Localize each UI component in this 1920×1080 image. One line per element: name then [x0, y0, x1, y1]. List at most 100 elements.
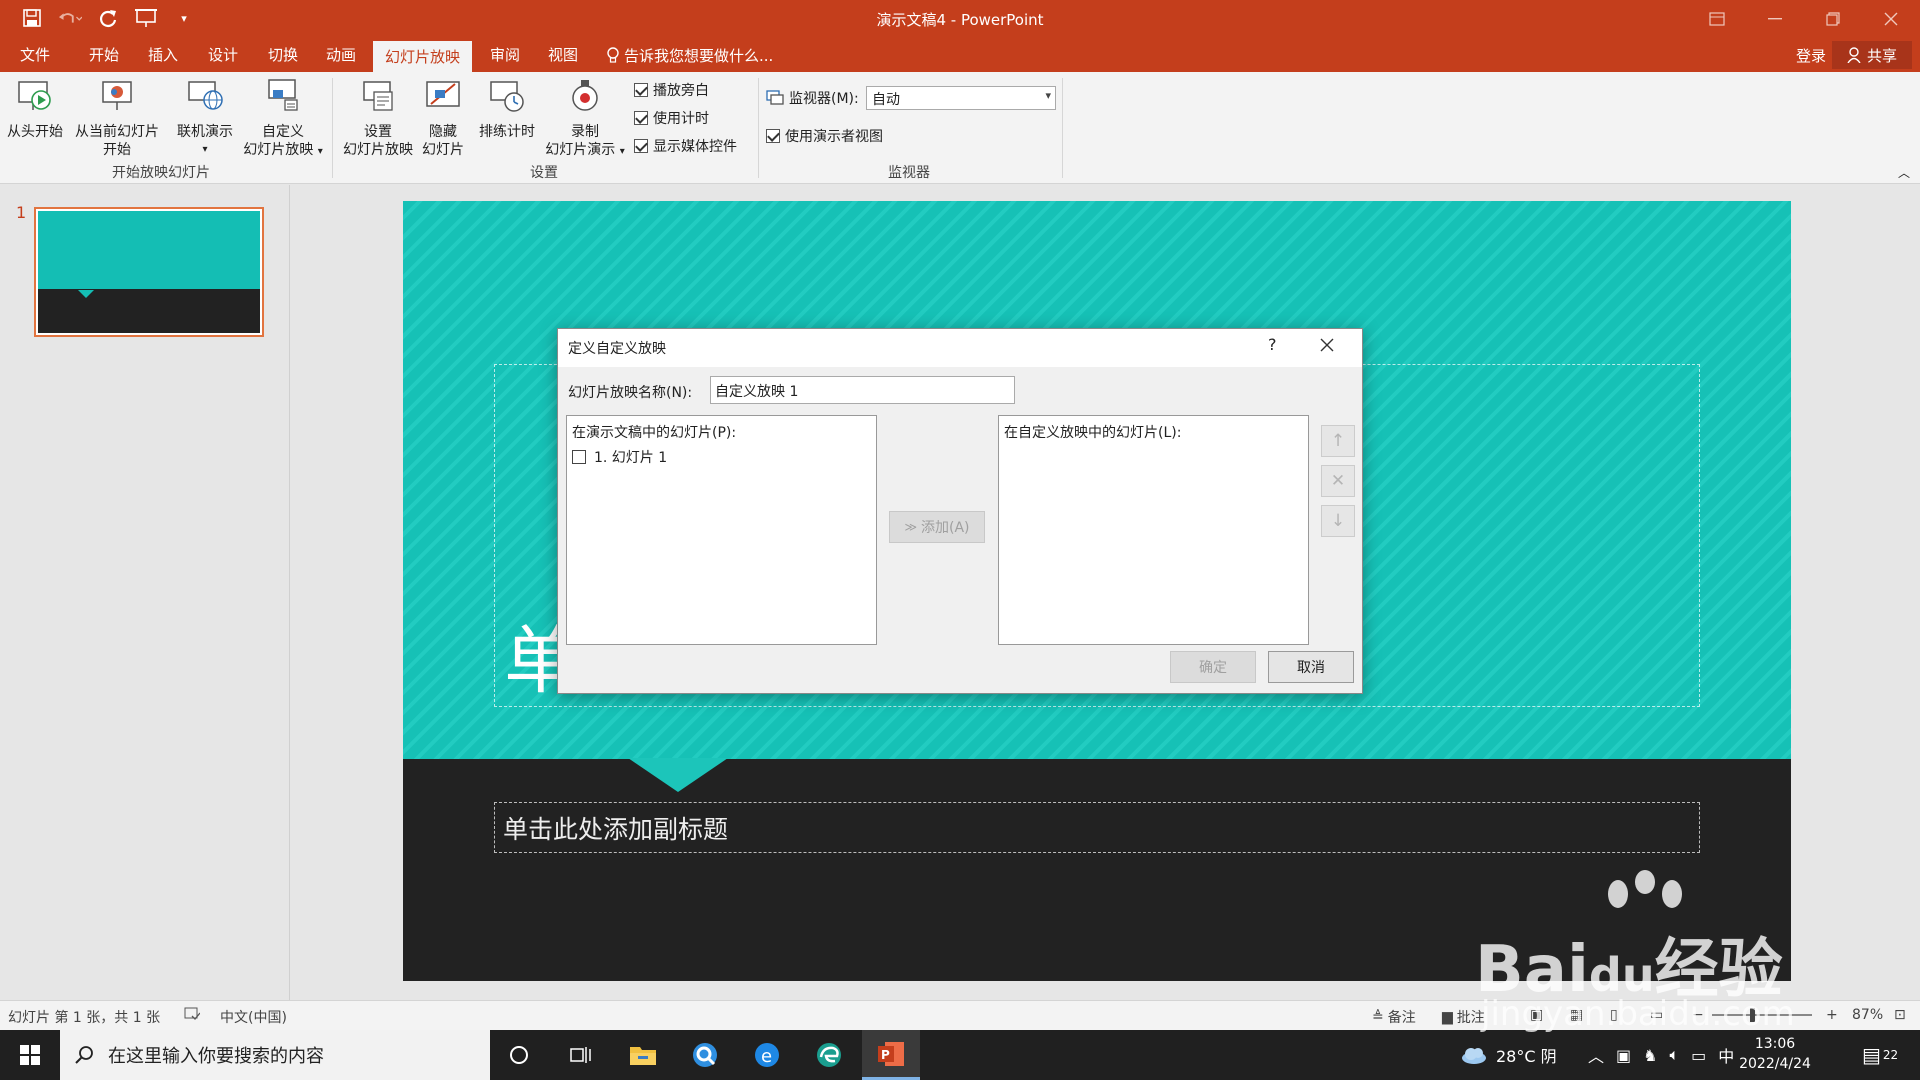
zoom-slider[interactable] [1712, 1014, 1812, 1016]
reading-view-icon[interactable]: ▯ [1610, 1007, 1618, 1023]
presentation-slides-list[interactable]: 在演示文稿中的幻灯片(P): 1. 幻灯片 1 [566, 415, 877, 645]
setup-slideshow-label-1: 设置 [364, 124, 392, 140]
move-up-button[interactable]: ↑ [1321, 425, 1355, 457]
minimize-icon[interactable] [1746, 0, 1804, 38]
add-button[interactable]: ≫ 添加(A) [889, 511, 985, 543]
present-online-button[interactable]: 联机演示 ▾ [172, 76, 238, 159]
file-explorer-icon[interactable] [614, 1030, 672, 1080]
arrow-up-icon: ↑ [1330, 431, 1346, 451]
tab-view[interactable]: 视图 [548, 44, 578, 65]
tab-home[interactable]: 开始 [89, 44, 119, 65]
close-dialog-icon[interactable] [1320, 333, 1334, 357]
rehearse-timings-button[interactable]: 排练计时 [474, 76, 540, 141]
custom-slideshow-dropdown-icon[interactable]: ▾ [318, 146, 323, 157]
play-narration-check-icon[interactable] [634, 83, 648, 97]
show-media-check-icon[interactable] [634, 139, 648, 153]
move-down-button[interactable]: ↓ [1321, 505, 1355, 537]
share-button[interactable]: 共享 [1832, 41, 1912, 69]
play-narration-checkbox[interactable]: 播放旁白 [634, 80, 709, 100]
setup-slideshow-button[interactable]: 设置 幻灯片放映 [338, 76, 418, 159]
play-narration-label: 播放旁白 [653, 83, 709, 99]
use-timings-checkbox[interactable]: 使用计时 [634, 108, 709, 128]
tab-insert[interactable]: 插入 [148, 44, 178, 65]
notes-button[interactable]: ≜ 备注 [1372, 1007, 1416, 1027]
chevron-up-icon[interactable]: ︿ [1588, 1043, 1604, 1067]
subtitle-text: 单击此处添加副标题 [503, 815, 729, 844]
ok-button[interactable]: 确定 [1170, 651, 1256, 683]
monitor-select[interactable]: 自动 [866, 86, 1056, 110]
qq-icon[interactable]: ♞ [1643, 1046, 1657, 1065]
add-arrows-icon: ≫ [904, 520, 918, 534]
cancel-button[interactable]: 取消 [1268, 651, 1354, 683]
cortana-icon[interactable] [490, 1030, 548, 1080]
present-online-dropdown-icon[interactable]: ▾ [172, 141, 238, 159]
from-current-button[interactable]: 从当前幻灯片 开始 [70, 76, 164, 159]
tab-transitions[interactable]: 切换 [268, 44, 298, 65]
task-view-icon[interactable] [552, 1030, 610, 1080]
zoom-in-icon[interactable]: + [1826, 1007, 1838, 1023]
list-item[interactable]: 1. 幻灯片 1 [572, 447, 667, 467]
start-button[interactable] [0, 1030, 60, 1080]
slideshow-view-icon[interactable]: ▭ [1650, 1007, 1663, 1023]
login-link[interactable]: 登录 [1796, 45, 1826, 66]
custom-show-slides-list[interactable]: 在自定义放映中的幻灯片(L): [998, 415, 1309, 645]
zoom-out-icon[interactable]: − [1692, 1007, 1704, 1023]
comments-button[interactable]: ▆ 批注 [1442, 1007, 1485, 1027]
record-slideshow-icon [572, 80, 598, 111]
from-beginning-label: 从头开始 [7, 124, 63, 140]
window-controls [1688, 0, 1920, 38]
dialog-title: 定义自定义放映 [568, 341, 666, 357]
notification-center[interactable]: ▤ 22 [1862, 1030, 1898, 1080]
from-current-label-2: 开始 [103, 142, 131, 158]
fit-slide-icon[interactable]: ⊡ [1894, 1007, 1906, 1023]
browser-q-icon[interactable] [676, 1030, 734, 1080]
network-icon[interactable]: ▣ [1616, 1046, 1631, 1065]
powerpoint-taskbar-icon[interactable]: P [862, 1030, 920, 1080]
weather-widget[interactable]: 28°C 阴 [1460, 1030, 1557, 1080]
tab-design[interactable]: 设计 [208, 44, 238, 65]
edge-browser-icon[interactable] [800, 1030, 858, 1080]
present-online-label: 联机演示 [177, 124, 233, 140]
record-dropdown-icon[interactable]: ▾ [620, 146, 625, 157]
show-media-controls-checkbox[interactable]: 显示媒体控件 [634, 136, 737, 156]
hide-slide-button[interactable]: 隐藏 幻灯片 [418, 76, 468, 159]
presenter-view-check-icon[interactable] [766, 129, 780, 143]
slide-1-checkbox[interactable] [572, 450, 586, 464]
tab-animations[interactable]: 动画 [326, 44, 356, 65]
close-window-icon[interactable] [1862, 0, 1920, 38]
clock[interactable]: 13:06 2022/4/24 [1730, 1034, 1820, 1074]
custom-slideshow-button[interactable]: 自定义 幻灯片放映 ▾ [238, 76, 328, 161]
monitor-icon [766, 90, 784, 105]
from-beginning-button[interactable]: 从头开始 [4, 76, 66, 141]
tab-file[interactable]: 文件 [20, 44, 50, 65]
thumbnail-dark-band [38, 289, 260, 333]
use-timings-check-icon[interactable] [634, 111, 648, 125]
group-label-start: 开始放映幻灯片 [112, 165, 210, 181]
tab-review[interactable]: 审阅 [490, 44, 520, 65]
record-slideshow-button[interactable]: 录制 幻灯片演示 ▾ [540, 76, 630, 161]
ie-browser-icon[interactable]: e [738, 1030, 796, 1080]
zoom-slider-thumb[interactable] [1750, 1008, 1755, 1022]
show-name-input[interactable]: 自定义放映 1 [710, 376, 1015, 404]
tab-slideshow[interactable]: 幻灯片放映 [373, 41, 473, 72]
restore-icon[interactable] [1804, 0, 1862, 38]
battery-icon[interactable]: ▭ [1691, 1046, 1706, 1065]
slide-thumbnail[interactable] [34, 207, 264, 337]
clock-date: 2022/4/24 [1739, 1056, 1811, 1072]
volume-icon[interactable]: 🔈︎ [1669, 1045, 1679, 1065]
spellcheck-icon[interactable] [184, 1007, 200, 1021]
taskbar-search[interactable]: 在这里输入你要搜索的内容 [60, 1030, 490, 1080]
slide-count-status: 幻灯片 第 1 张，共 1 张 [8, 1010, 161, 1026]
normal-view-icon[interactable]: ▣ [1530, 1007, 1543, 1023]
ribbon-display-icon[interactable] [1688, 0, 1746, 38]
search-icon [75, 1046, 93, 1064]
zoom-level[interactable]: 87% [1852, 1007, 1883, 1023]
remove-button[interactable]: ✕ [1321, 465, 1355, 497]
presenter-view-checkbox[interactable]: 使用演示者视图 [766, 126, 883, 146]
help-button[interactable]: ? [1268, 335, 1277, 354]
language-status[interactable]: 中文(中国) [220, 1007, 287, 1027]
slide-sorter-icon[interactable]: ▦ [1570, 1007, 1583, 1023]
collapse-ribbon-icon[interactable]: ︿ [1898, 164, 1910, 181]
tell-me-box[interactable]: 告诉我您想要做什么... [606, 45, 773, 66]
taskbar: 在这里输入你要搜索的内容 e P 28°C 阴 ︿ ▣ ♞ 🔈︎ ▭ 中 13:… [0, 1030, 1920, 1080]
